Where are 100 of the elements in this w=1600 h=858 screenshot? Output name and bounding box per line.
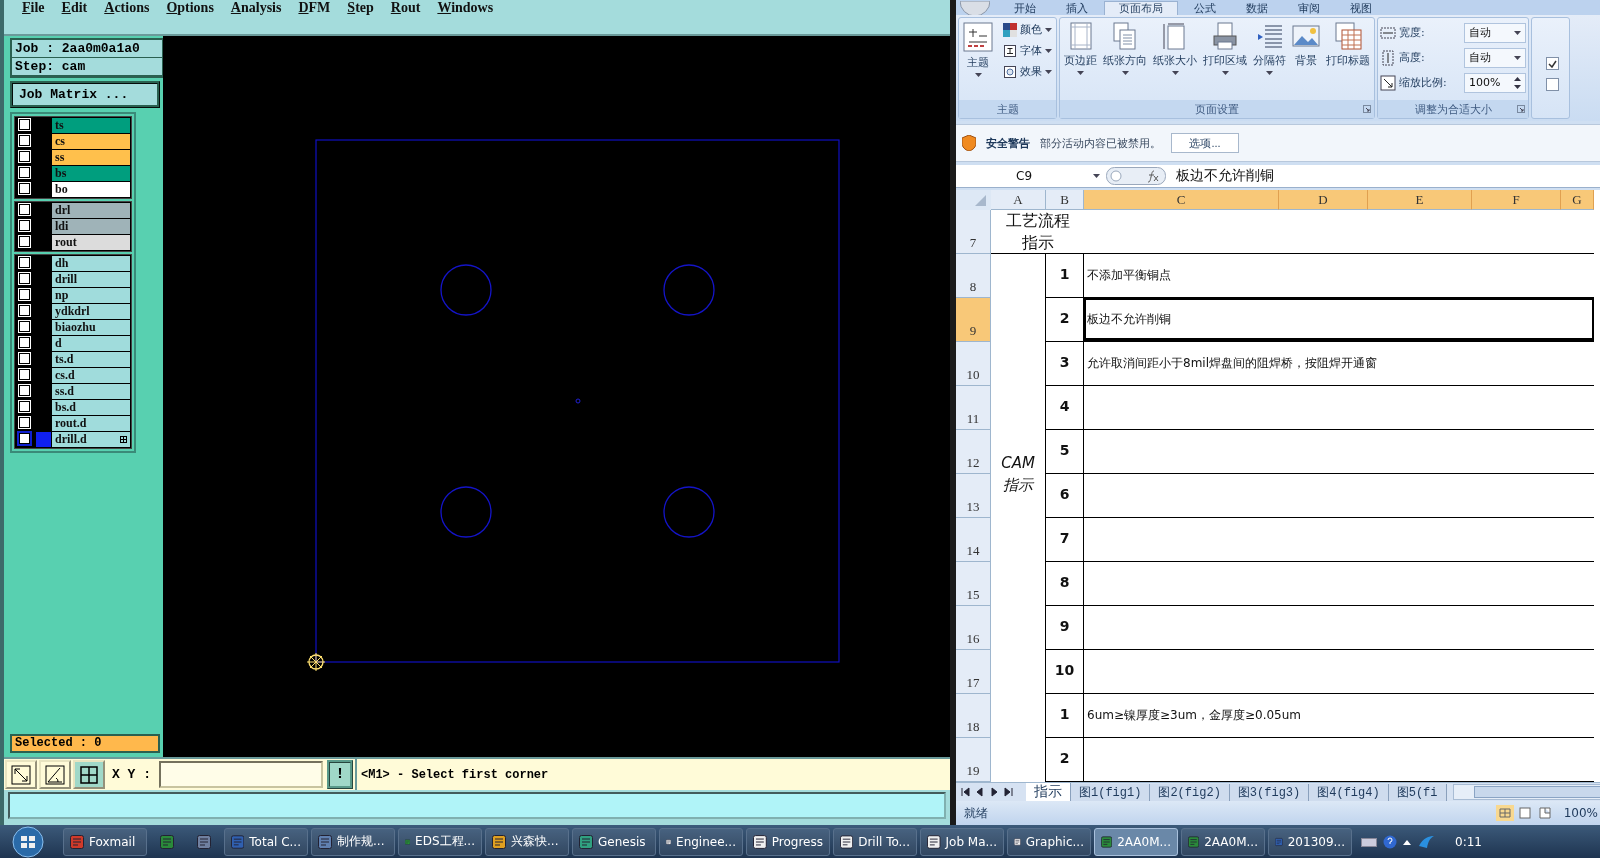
layer-checkbox[interactable]	[19, 151, 30, 162]
column-header[interactable]: G	[1561, 190, 1594, 210]
ribbon-tab[interactable]: 视图	[1336, 2, 1386, 15]
sheet-tab[interactable]: 图5(fi	[1388, 783, 1447, 801]
dropdown-field[interactable]: 自动	[1464, 47, 1526, 68]
ribbon-tab[interactable]: 开始	[1000, 2, 1050, 15]
dropdown-field[interactable]: 自动	[1464, 22, 1526, 43]
ribbon-button[interactable]: 颜色	[1001, 21, 1054, 38]
row-header[interactable]: 9	[956, 298, 991, 342]
taskbar-button[interactable]: Graphic...	[1007, 827, 1091, 856]
selected-cell[interactable]: 板边不允许削铜	[1084, 298, 1594, 342]
row-header[interactable]: 10	[956, 342, 991, 386]
layer-name[interactable]: drill.d	[52, 432, 130, 447]
column-header[interactable]: A	[991, 190, 1046, 210]
layer-checkbox[interactable]	[19, 273, 30, 284]
sheet-tab[interactable]: 指示	[1026, 783, 1071, 801]
taskbar-button[interactable]: 兴森快...	[485, 827, 569, 856]
sheet-tab[interactable]: 图1(fig1)	[1071, 783, 1151, 801]
row-header[interactable]: 14	[956, 518, 991, 562]
layer-checkbox[interactable]	[19, 305, 30, 316]
taskbar-button[interactable]: Progress	[746, 827, 830, 856]
row-header[interactable]: 11	[956, 386, 991, 430]
menu-item[interactable]: File	[22, 0, 45, 16]
menu-item[interactable]: Windows	[437, 0, 494, 16]
layer-name[interactable]: bs	[52, 166, 130, 181]
layer-name[interactable]: ldi	[52, 219, 130, 234]
row-header[interactable]: 8	[956, 254, 991, 298]
layer-name[interactable]: bs.d	[52, 400, 130, 415]
spin-field[interactable]: 100%	[1464, 72, 1526, 93]
layer-checkbox[interactable]	[19, 321, 30, 332]
layer-checkbox[interactable]	[19, 204, 30, 215]
keyboard-icon[interactable]	[1361, 835, 1377, 848]
row-header[interactable]: 13	[956, 474, 991, 518]
job-matrix-button[interactable]: Job Matrix ...	[10, 81, 160, 108]
layer-checkbox[interactable]	[19, 257, 30, 268]
checkbox[interactable]	[1546, 78, 1559, 91]
ribbon-tab[interactable]: 数据	[1232, 2, 1282, 15]
ribbon-button[interactable]: 纸张方向	[1101, 21, 1149, 76]
column-header[interactable]: C	[1084, 190, 1279, 210]
taskbar-button[interactable]: EDS工程...	[398, 827, 482, 856]
grid-tool-button[interactable]	[73, 760, 105, 789]
dialog-launcher-icon[interactable]	[1517, 105, 1525, 113]
column-header[interactable]: B	[1046, 190, 1084, 210]
taskbar-button[interactable]: Genesis	[572, 827, 656, 856]
taskbar-button[interactable]: 2AA0M...	[1094, 827, 1178, 856]
ribbon-button[interactable]: 背景	[1290, 21, 1322, 69]
dialog-launcher-icon[interactable]	[1363, 105, 1371, 113]
formula-field[interactable]: 板边不允许削铜	[1166, 167, 1600, 185]
layer-name[interactable]: rout	[52, 235, 130, 250]
start-orb-icon[interactable]	[10, 825, 46, 858]
row-header[interactable]: 15	[956, 562, 991, 606]
layer-checkbox[interactable]	[19, 183, 30, 194]
row-header[interactable]: 12	[956, 430, 991, 474]
layer-name[interactable]: biaozhu	[52, 320, 130, 335]
row-header[interactable]: 19	[956, 738, 991, 782]
menu-item[interactable]: DFM	[298, 0, 331, 16]
normal-view-icon[interactable]	[1495, 805, 1514, 821]
layer-checkbox[interactable]	[19, 369, 30, 380]
taskbar-button[interactable]: Enginee...	[659, 827, 743, 856]
layer-name[interactable]: ts.d	[52, 352, 130, 367]
sheet-tab[interactable]: 图4(fig4)	[1309, 783, 1389, 801]
layer-name[interactable]: ss	[52, 150, 130, 165]
layer-name[interactable]: dh	[52, 256, 130, 271]
layer-name[interactable]: cs.d	[52, 368, 130, 383]
sheet-tab[interactable]: 图3(fig3)	[1229, 783, 1310, 801]
coordinate-input-field[interactable]	[159, 761, 323, 788]
row-header[interactable]: 16	[956, 606, 991, 650]
row-header[interactable]: 7	[956, 210, 991, 254]
menu-item[interactable]: Options	[166, 0, 214, 16]
layer-name[interactable]: np	[52, 288, 130, 303]
taskbar-button[interactable]: Total C...	[224, 827, 308, 856]
measure-tool-button[interactable]	[39, 760, 71, 789]
sheet-tab[interactable]: 图2(fig2)	[1150, 783, 1230, 801]
layer-checkbox[interactable]	[19, 119, 30, 130]
options-button[interactable]: 选项...	[1171, 133, 1239, 153]
row-header[interactable]: 17	[956, 650, 991, 694]
ribbon-tab[interactable]: 审阅	[1284, 2, 1334, 15]
layer-name[interactable]: d	[52, 336, 130, 351]
ribbon-button[interactable]: 纸张大小	[1151, 21, 1199, 76]
column-header[interactable]: F	[1472, 190, 1561, 210]
layer-checkbox[interactable]	[19, 167, 30, 178]
ribbon-button[interactable]: 分隔符	[1251, 21, 1288, 76]
taskbar-button[interactable]: Job Ma...	[920, 827, 1004, 856]
taskbar-button[interactable]: 201309...	[1268, 827, 1352, 856]
ribbon-button[interactable]: 字体	[1001, 42, 1054, 59]
layer-name[interactable]: cs	[52, 134, 130, 149]
help-icon[interactable]	[1383, 834, 1397, 849]
layer-checkbox[interactable]	[19, 236, 30, 247]
column-header[interactable]: E	[1368, 190, 1472, 210]
network-icon[interactable]	[1417, 833, 1435, 850]
ribbon-tab[interactable]: 公式	[1180, 2, 1230, 15]
layer-checkbox[interactable]	[19, 220, 30, 231]
row-header[interactable]: 18	[956, 694, 991, 738]
menu-item[interactable]: Step	[347, 0, 374, 16]
ribbon-button[interactable]: 打印标题	[1324, 21, 1372, 69]
layer-name[interactable]: drl	[52, 203, 130, 218]
alert-button[interactable]: !	[327, 760, 353, 789]
layer-name[interactable]: drill	[52, 272, 130, 287]
layer-checkbox[interactable]	[19, 385, 30, 396]
layer-name[interactable]: bo	[52, 182, 130, 197]
